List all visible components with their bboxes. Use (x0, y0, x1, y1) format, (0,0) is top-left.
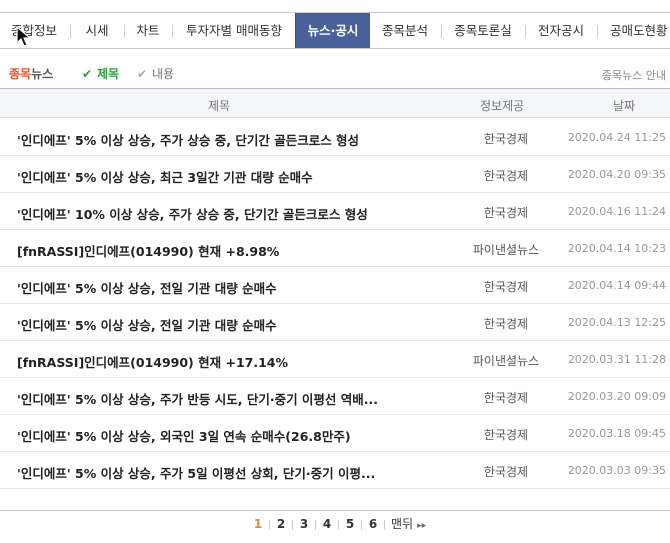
news-date: 2020.04.14 10:23 (567, 242, 666, 255)
pagination: 1 2 3 4 5 6 맨뒤 ▸▸ (0, 510, 670, 535)
table-row: '인디에프' 5% 이상 상승, 최근 3일간 기관 대량 순매수 한국경제 2… (0, 156, 670, 193)
news-table-body: '인디에프' 5% 이상 상승, 주가 상승 중, 단기간 골든크로스 형성 한… (0, 119, 670, 489)
news-title-link[interactable]: '인디에프' 5% 이상 상승, 주가 상승 중, 단기간 골든크로스 형성 (17, 130, 359, 149)
news-date: 2020.03.18 09:45 (567, 427, 666, 440)
last-page-label: 맨뒤 (391, 517, 414, 531)
table-row: [fnRASSI]인디에프(014990) 현재 +8.98% 파이낸셜뉴스 2… (0, 230, 670, 267)
news-date: 2020.04.16 11:24 (567, 205, 666, 218)
table-row: [fnRASSI]인디에프(014990) 현재 +17.14% 파이낸셜뉴스 … (0, 341, 670, 378)
search-by-content-label: 내용 (152, 67, 175, 81)
news-date: 2020.04.14 09:44 (567, 279, 666, 292)
news-title-link[interactable]: [fnRASSI]인디에프(014990) 현재 +17.14% (17, 352, 288, 371)
news-provider: 한국경제 (483, 317, 529, 331)
page-separator (384, 519, 385, 530)
news-date: 2020.03.03 09:35 (567, 464, 666, 477)
news-provider: 한국경제 (483, 206, 529, 220)
tab-stock-analysis[interactable]: 종목분석 (370, 13, 440, 48)
news-guide-link[interactable]: 종목뉴스 안내 (602, 67, 666, 83)
double-chevron-right-icon: ▸▸ (417, 521, 427, 531)
news-title-link[interactable]: '인디에프' 5% 이상 상승, 전일 기관 대량 순매수 (17, 278, 277, 297)
news-date: 2020.04.24 11:25 (567, 131, 666, 144)
table-row: '인디에프' 10% 이상 상승, 주가 상승 중, 단기간 골든크로스 형성 … (0, 193, 670, 230)
page-link-6[interactable]: 6 (362, 517, 384, 531)
mouse-cursor-icon (16, 26, 32, 47)
tab-e-disclosure[interactable]: 전자공시 (526, 13, 596, 48)
tab-investor-trading[interactable]: 투자자별 매매동향 (173, 13, 295, 48)
news-title-link[interactable]: '인디에프' 5% 이상 상승, 외국인 3일 연속 순매수(26.8만주) (17, 426, 351, 445)
news-provider: 한국경제 (483, 391, 529, 405)
news-subnav: 종목뉴스 ✔ 제목 ✔ 내용 종목뉴스 안내 (0, 62, 670, 84)
section-title-part1: 종목 (9, 67, 32, 81)
last-page-link[interactable]: 맨뒤 ▸▸ (391, 515, 426, 532)
news-date: 2020.04.13 12:25 (567, 316, 666, 329)
tab-price[interactable]: 시세 (71, 13, 123, 48)
page-link-2[interactable]: 2 (270, 517, 292, 531)
table-row: '인디에프' 5% 이상 상승, 주가 상승 중, 단기간 골든크로스 형성 한… (0, 119, 670, 156)
check-icon: ✔ (82, 67, 93, 81)
news-title-link[interactable]: '인디에프' 5% 이상 상승, 주가 5일 이평선 상회, 단기·중기 이평.… (17, 463, 375, 482)
header-date: 날짜 (613, 99, 636, 113)
tab-discussion[interactable]: 종목토론실 (442, 13, 524, 48)
header-title: 제목 (208, 99, 231, 113)
news-title-link[interactable]: '인디에프' 5% 이상 상승, 전일 기관 대량 순매수 (17, 315, 277, 334)
news-title-link[interactable]: '인디에프' 5% 이상 상승, 주가 반등 시도, 단기·중기 이평선 역배.… (17, 389, 378, 408)
news-table-header: 제목 정보제공 날짜 (0, 88, 670, 118)
tab-short-selling[interactable]: 공매도현황 (598, 13, 670, 48)
page-link-5[interactable]: 5 (339, 517, 361, 531)
news-date: 2020.03.20 09:09 (567, 390, 666, 403)
news-provider: 한국경제 (483, 132, 529, 146)
news-title-link[interactable]: [fnRASSI]인디에프(014990) 현재 +8.98% (17, 241, 279, 260)
table-row: '인디에프' 5% 이상 상승, 주가 5일 이평선 상회, 단기·중기 이평.… (0, 452, 670, 489)
news-title-link[interactable]: '인디에프' 10% 이상 상승, 주가 상승 중, 단기간 골든크로스 형성 (17, 204, 368, 223)
tab-chart[interactable]: 차트 (125, 13, 171, 48)
table-row: '인디에프' 5% 이상 상승, 외국인 3일 연속 순매수(26.8만주) 한… (0, 415, 670, 452)
tab-bar: 종합정보 시세 차트 투자자별 매매동향 뉴스·공시 종목분석 종목토론실 전자… (0, 12, 670, 49)
table-row: '인디에프' 5% 이상 상승, 전일 기관 대량 순매수 한국경제 2020.… (0, 267, 670, 304)
search-by-title-option[interactable]: ✔ 제목 (82, 65, 119, 82)
tab-news-disclosure[interactable]: 뉴스·공시 (295, 13, 370, 48)
news-provider: 한국경제 (483, 280, 529, 294)
page-link-1[interactable]: 1 (247, 517, 269, 531)
check-icon: ✔ (137, 67, 148, 81)
search-by-title-label: 제목 (97, 67, 120, 81)
table-row: '인디에프' 5% 이상 상승, 전일 기관 대량 순매수 한국경제 2020.… (0, 304, 670, 341)
news-provider: 한국경제 (483, 169, 529, 183)
news-date: 2020.04.20 09:35 (567, 168, 666, 181)
news-provider: 한국경제 (483, 465, 529, 479)
table-row: '인디에프' 5% 이상 상승, 주가 반등 시도, 단기·중기 이평선 역배.… (0, 378, 670, 415)
page-link-3[interactable]: 3 (293, 517, 315, 531)
news-provider: 파이낸셜뉴스 (472, 243, 540, 257)
news-provider: 한국경제 (483, 428, 529, 442)
news-provider: 파이낸셜뉴스 (472, 354, 540, 368)
news-title-link[interactable]: '인디에프' 5% 이상 상승, 최근 3일간 기관 대량 순매수 (17, 167, 313, 186)
section-title-part2: 뉴스 (31, 67, 54, 81)
page-link-4[interactable]: 4 (316, 517, 338, 531)
news-date: 2020.03.31 11:28 (567, 353, 666, 366)
search-by-content-option[interactable]: ✔ 내용 (137, 65, 174, 82)
section-title: 종목뉴스 (9, 65, 53, 82)
header-provider: 정보제공 (480, 99, 525, 113)
